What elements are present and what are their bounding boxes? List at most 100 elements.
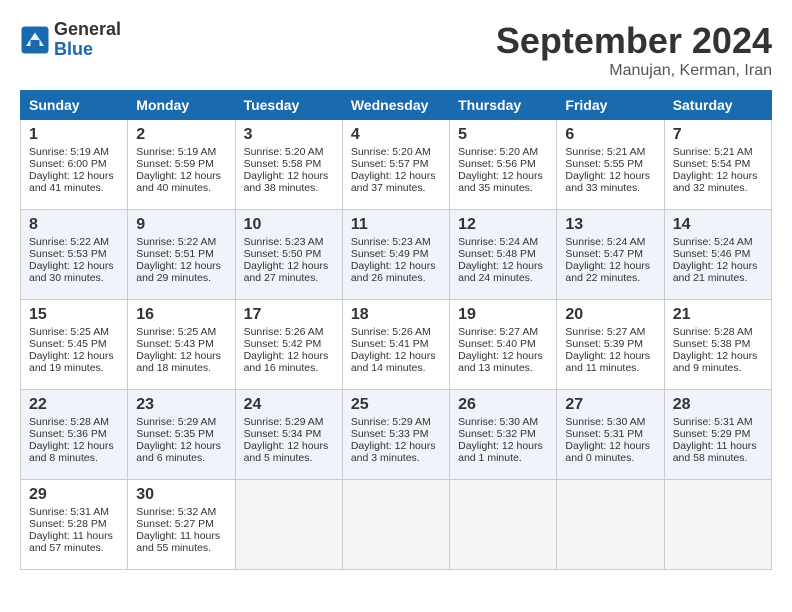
day-number: 29 — [29, 486, 119, 504]
sunrise-label: Sunrise: 5:20 AM — [351, 146, 431, 158]
sunrise-label: Sunrise: 5:25 AM — [29, 326, 109, 338]
day-number: 9 — [136, 216, 226, 234]
sunset-label: Sunset: 5:29 PM — [673, 428, 751, 440]
daylight-label: Daylight: 12 hours and 8 minutes. — [29, 440, 114, 464]
day-number: 3 — [244, 126, 334, 144]
day-number: 5 — [458, 126, 548, 144]
daylight-label: Daylight: 12 hours and 26 minutes. — [351, 260, 436, 284]
table-row: 15 Sunrise: 5:25 AM Sunset: 5:45 PM Dayl… — [21, 300, 772, 390]
sunset-label: Sunset: 5:33 PM — [351, 428, 429, 440]
logo: General Blue — [20, 20, 121, 60]
daylight-label: Daylight: 12 hours and 37 minutes. — [351, 170, 436, 194]
day-number: 27 — [565, 396, 655, 414]
day-number: 16 — [136, 306, 226, 324]
col-friday: Friday — [557, 91, 664, 120]
day-number: 24 — [244, 396, 334, 414]
sunset-label: Sunset: 5:36 PM — [29, 428, 107, 440]
sunrise-label: Sunrise: 5:22 AM — [29, 236, 109, 248]
title-block: September 2024 Manujan, Kerman, Iran — [496, 20, 772, 80]
col-tuesday: Tuesday — [235, 91, 342, 120]
day-number: 11 — [351, 216, 441, 234]
table-row: 1 Sunrise: 5:19 AM Sunset: 6:00 PM Dayli… — [21, 120, 772, 210]
daylight-label: Daylight: 11 hours and 55 minutes. — [136, 530, 220, 554]
sunset-label: Sunset: 5:48 PM — [458, 248, 536, 260]
daylight-label: Daylight: 12 hours and 22 minutes. — [565, 260, 650, 284]
col-wednesday: Wednesday — [342, 91, 449, 120]
sunrise-label: Sunrise: 5:21 AM — [565, 146, 645, 158]
sunrise-label: Sunrise: 5:26 AM — [244, 326, 324, 338]
sunrise-label: Sunrise: 5:26 AM — [351, 326, 431, 338]
daylight-label: Daylight: 12 hours and 19 minutes. — [29, 350, 114, 374]
calendar-table: Sunday Monday Tuesday Wednesday Thursday… — [20, 90, 772, 570]
col-saturday: Saturday — [664, 91, 771, 120]
daylight-label: Daylight: 12 hours and 5 minutes. — [244, 440, 329, 464]
sunrise-label: Sunrise: 5:30 AM — [458, 416, 538, 428]
sunrise-label: Sunrise: 5:32 AM — [136, 506, 216, 518]
sunset-label: Sunset: 5:51 PM — [136, 248, 214, 260]
sunset-label: Sunset: 5:53 PM — [29, 248, 107, 260]
day-number: 18 — [351, 306, 441, 324]
day-number: 7 — [673, 126, 763, 144]
table-row: 29 Sunrise: 5:31 AM Sunset: 5:28 PM Dayl… — [21, 480, 772, 570]
sunrise-label: Sunrise: 5:29 AM — [136, 416, 216, 428]
daylight-label: Daylight: 12 hours and 40 minutes. — [136, 170, 221, 194]
sunset-label: Sunset: 5:45 PM — [29, 338, 107, 350]
daylight-label: Daylight: 12 hours and 24 minutes. — [458, 260, 543, 284]
sunset-label: Sunset: 5:43 PM — [136, 338, 214, 350]
sunset-label: Sunset: 5:41 PM — [351, 338, 429, 350]
daylight-label: Daylight: 12 hours and 35 minutes. — [458, 170, 543, 194]
sunrise-label: Sunrise: 5:20 AM — [244, 146, 324, 158]
month-title: September 2024 — [496, 20, 772, 62]
day-number: 22 — [29, 396, 119, 414]
table-row: 8 Sunrise: 5:22 AM Sunset: 5:53 PM Dayli… — [21, 210, 772, 300]
day-number: 13 — [565, 216, 655, 234]
day-number: 6 — [565, 126, 655, 144]
daylight-label: Daylight: 12 hours and 21 minutes. — [673, 260, 758, 284]
daylight-label: Daylight: 12 hours and 38 minutes. — [244, 170, 329, 194]
sunrise-label: Sunrise: 5:31 AM — [673, 416, 753, 428]
sunrise-label: Sunrise: 5:24 AM — [673, 236, 753, 248]
daylight-label: Daylight: 12 hours and 29 minutes. — [136, 260, 221, 284]
day-number: 26 — [458, 396, 548, 414]
day-number: 4 — [351, 126, 441, 144]
sunrise-label: Sunrise: 5:27 AM — [565, 326, 645, 338]
sunset-label: Sunset: 5:27 PM — [136, 518, 214, 530]
daylight-label: Daylight: 11 hours and 57 minutes. — [29, 530, 113, 554]
sunrise-label: Sunrise: 5:23 AM — [351, 236, 431, 248]
sunset-label: Sunset: 5:35 PM — [136, 428, 214, 440]
day-number: 20 — [565, 306, 655, 324]
daylight-label: Daylight: 12 hours and 30 minutes. — [29, 260, 114, 284]
sunset-label: Sunset: 5:28 PM — [29, 518, 107, 530]
sunset-label: Sunset: 5:38 PM — [673, 338, 751, 350]
daylight-label: Daylight: 12 hours and 16 minutes. — [244, 350, 329, 374]
logo-general: General — [54, 20, 121, 40]
day-number: 15 — [29, 306, 119, 324]
sunrise-label: Sunrise: 5:29 AM — [351, 416, 431, 428]
sunrise-label: Sunrise: 5:28 AM — [29, 416, 109, 428]
day-number: 1 — [29, 126, 119, 144]
col-monday: Monday — [128, 91, 235, 120]
daylight-label: Daylight: 12 hours and 11 minutes. — [565, 350, 650, 374]
sunset-label: Sunset: 5:42 PM — [244, 338, 322, 350]
sunset-label: Sunset: 5:46 PM — [673, 248, 751, 260]
sunset-label: Sunset: 5:55 PM — [565, 158, 643, 170]
sunset-label: Sunset: 5:59 PM — [136, 158, 214, 170]
header-row: Sunday Monday Tuesday Wednesday Thursday… — [21, 91, 772, 120]
day-number: 8 — [29, 216, 119, 234]
sunset-label: Sunset: 5:39 PM — [565, 338, 643, 350]
daylight-label: Daylight: 12 hours and 32 minutes. — [673, 170, 758, 194]
sunrise-label: Sunrise: 5:30 AM — [565, 416, 645, 428]
day-number: 25 — [351, 396, 441, 414]
daylight-label: Daylight: 12 hours and 14 minutes. — [351, 350, 436, 374]
sunset-label: Sunset: 5:50 PM — [244, 248, 322, 260]
daylight-label: Daylight: 12 hours and 13 minutes. — [458, 350, 543, 374]
sunset-label: Sunset: 5:32 PM — [458, 428, 536, 440]
table-row: 22 Sunrise: 5:28 AM Sunset: 5:36 PM Dayl… — [21, 390, 772, 480]
sunset-label: Sunset: 5:54 PM — [673, 158, 751, 170]
daylight-label: Daylight: 12 hours and 18 minutes. — [136, 350, 221, 374]
daylight-label: Daylight: 12 hours and 27 minutes. — [244, 260, 329, 284]
sunrise-label: Sunrise: 5:31 AM — [29, 506, 109, 518]
sunrise-label: Sunrise: 5:22 AM — [136, 236, 216, 248]
col-thursday: Thursday — [450, 91, 557, 120]
sunrise-label: Sunrise: 5:19 AM — [29, 146, 109, 158]
